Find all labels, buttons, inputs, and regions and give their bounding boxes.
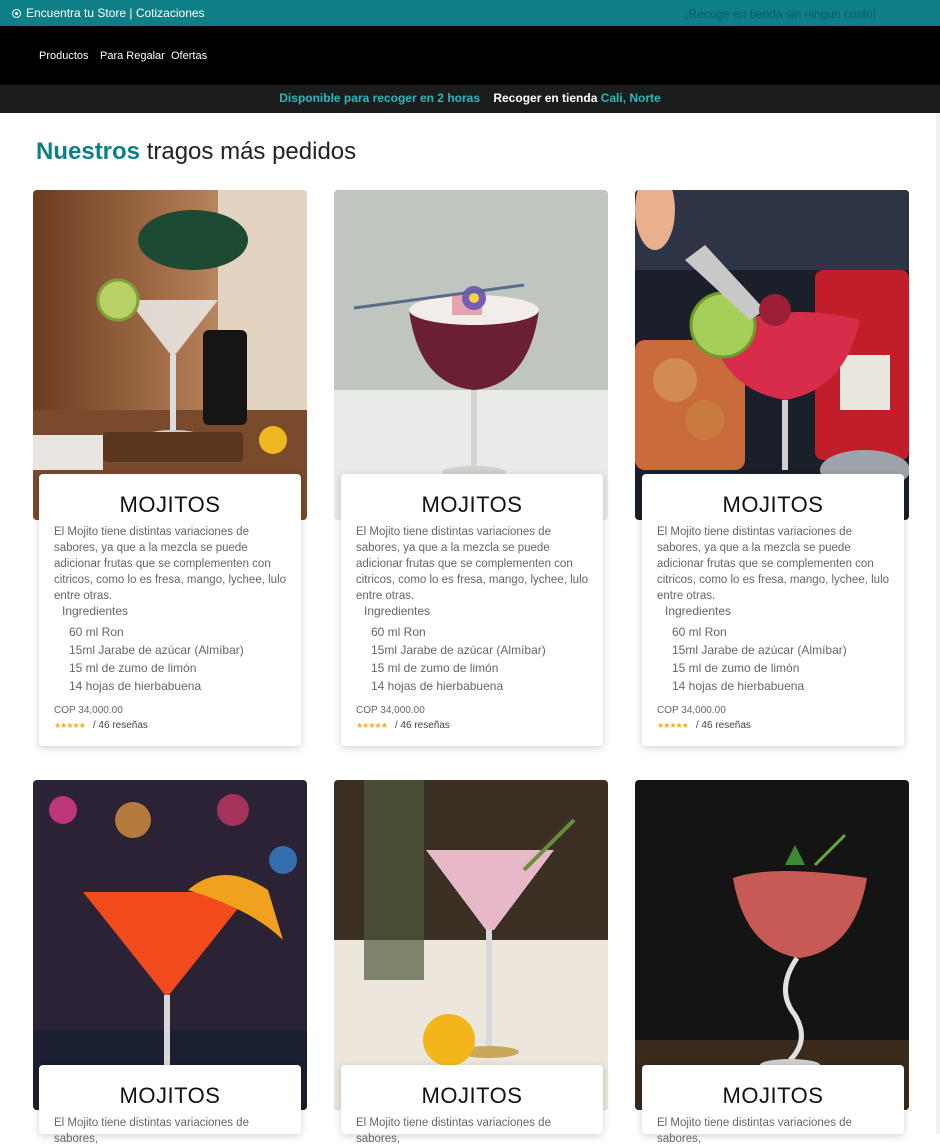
card-4-description: El Mojito tiene distintas variaciones de… bbox=[54, 1117, 249, 1145]
ingredient-item: 14 hojas de hierbabuena bbox=[672, 679, 805, 693]
star-rating-icon: ★★★★★ bbox=[356, 721, 388, 730]
nav-item-productos[interactable]: Productos bbox=[39, 50, 89, 62]
section-title: Nuestros tragos más pedidos bbox=[36, 138, 356, 166]
card-2-photo[interactable] bbox=[334, 190, 608, 520]
card-4-photo[interactable] bbox=[33, 780, 307, 1110]
ingredient-item: 60 ml Ron bbox=[371, 625, 426, 639]
card-2-ingredients-list: 60 ml Ron 15ml Jarabe de azúcar (Almíbar… bbox=[371, 623, 546, 695]
card-4-title[interactable]: MOJITOS bbox=[39, 1083, 301, 1109]
nav-item-para-regalar[interactable]: Para Regalar bbox=[100, 50, 165, 62]
card-2-description: El Mojito tiene distintas variaciones de… bbox=[356, 526, 589, 602]
free-pickup-note: ¡Recoge en tienda sin ningún costo! bbox=[684, 7, 876, 21]
card-3-photo[interactable] bbox=[635, 190, 909, 520]
ingredient-item: 15ml Jarabe de azúcar (Almíbar) bbox=[371, 643, 546, 657]
card-6-description: El Mojito tiene distintas variaciones de… bbox=[657, 1117, 852, 1145]
card-1-reviews: / 46 reseñas bbox=[92, 720, 148, 731]
ingredient-item: 15ml Jarabe de azúcar (Almíbar) bbox=[672, 643, 847, 657]
card-1-description: El Mojito tiene distintas variaciones de… bbox=[54, 526, 287, 602]
card-1-ingredients-label: Ingredientes bbox=[62, 604, 129, 618]
section-title-strong: Nuestros bbox=[36, 138, 141, 165]
ingredient-item: 15 ml de zumo de limón bbox=[69, 661, 197, 675]
main-navbar: Productos Para Regalar Ofertas bbox=[0, 26, 940, 85]
product-card-2[interactable]: MOJITOS El Mojito tiene distintas variac… bbox=[341, 474, 603, 746]
card-3-ingredients-label: Ingredientes bbox=[665, 604, 732, 618]
section-title-rest: tragos más pedidos bbox=[146, 138, 357, 165]
page-scrollbar[interactable] bbox=[936, 113, 940, 1134]
star-rating-icon: ★★★★★ bbox=[657, 721, 689, 730]
ingredient-item: 14 hojas de hierbabuena bbox=[69, 679, 202, 693]
ingredient-item: 14 hojas de hierbabuena bbox=[371, 679, 504, 693]
card-3-ingredients-list: 60 ml Ron 15ml Jarabe de azúcar (Almíbar… bbox=[672, 623, 847, 695]
product-card-3[interactable]: MOJITOS El Mojito tiene distintas variac… bbox=[642, 474, 904, 746]
card-3-title[interactable]: MOJITOS bbox=[642, 492, 904, 518]
card-5-photo[interactable] bbox=[334, 780, 608, 1110]
store-finder-link[interactable]: Encuentra tu Store | Cotizaciones bbox=[12, 6, 205, 20]
ingredient-item: 15 ml de zumo de limón bbox=[672, 661, 800, 675]
card-3-rating[interactable]: ★★★★★ / 46 reseñas bbox=[657, 720, 751, 731]
card-6-title[interactable]: MOJITOS bbox=[642, 1083, 904, 1109]
card-1-title[interactable]: MOJITOS bbox=[39, 492, 301, 518]
ingredient-item: 60 ml Ron bbox=[69, 625, 124, 639]
top-bar: Encuentra tu Store | Cotizaciones ¡Recog… bbox=[0, 0, 940, 26]
card-2-rating[interactable]: ★★★★★ / 46 reseñas bbox=[356, 720, 450, 731]
pickup-store-link[interactable]: Cali, Norte bbox=[601, 91, 661, 105]
product-card-4[interactable]: MOJITOS El Mojito tiene distintas variac… bbox=[39, 1065, 301, 1145]
card-3-price: COP 34,000.00 bbox=[657, 705, 726, 716]
card-3-description: El Mojito tiene distintas variaciones de… bbox=[657, 526, 890, 602]
ingredient-item: 15 ml de zumo de limón bbox=[371, 661, 499, 675]
card-1-rating[interactable]: ★★★★★ / 46 reseñas bbox=[54, 720, 148, 731]
card-6-photo[interactable] bbox=[635, 780, 909, 1110]
card-1-photo[interactable] bbox=[33, 190, 307, 520]
pickup-label: Recoger en tienda bbox=[493, 91, 598, 105]
card-2-title[interactable]: MOJITOS bbox=[341, 492, 603, 518]
store-finder-label: Encuentra tu Store | Cotizaciones bbox=[26, 6, 205, 20]
nav-item-ofertas[interactable]: Ofertas bbox=[171, 50, 207, 62]
location-pin-icon bbox=[12, 8, 21, 18]
pickup-availability: Disponible para recoger en 2 horas bbox=[279, 91, 480, 105]
card-5-title[interactable]: MOJITOS bbox=[341, 1083, 603, 1109]
card-2-ingredients-label: Ingredientes bbox=[364, 604, 431, 618]
card-1-price: COP 34,000.00 bbox=[54, 705, 123, 716]
product-card-6[interactable]: MOJITOS El Mojito tiene distintas variac… bbox=[642, 1065, 904, 1145]
card-2-reviews: / 46 reseñas bbox=[394, 720, 450, 731]
card-3-reviews: / 46 reseñas bbox=[695, 720, 751, 731]
pickup-bar: Disponible para recoger en 2 horas Recog… bbox=[0, 85, 940, 113]
product-card-1[interactable]: MOJITOS El Mojito tiene distintas variac… bbox=[39, 474, 301, 746]
card-5-description: El Mojito tiene distintas variaciones de… bbox=[356, 1117, 551, 1145]
card-1-ingredients-list: 60 ml Ron 15ml Jarabe de azúcar (Almíbar… bbox=[69, 623, 244, 695]
ingredient-item: 15ml Jarabe de azúcar (Almíbar) bbox=[69, 643, 244, 657]
card-2-price: COP 34,000.00 bbox=[356, 705, 425, 716]
ingredient-item: 60 ml Ron bbox=[672, 625, 727, 639]
star-rating-icon: ★★★★★ bbox=[54, 721, 86, 730]
product-card-5[interactable]: MOJITOS El Mojito tiene distintas variac… bbox=[341, 1065, 603, 1145]
